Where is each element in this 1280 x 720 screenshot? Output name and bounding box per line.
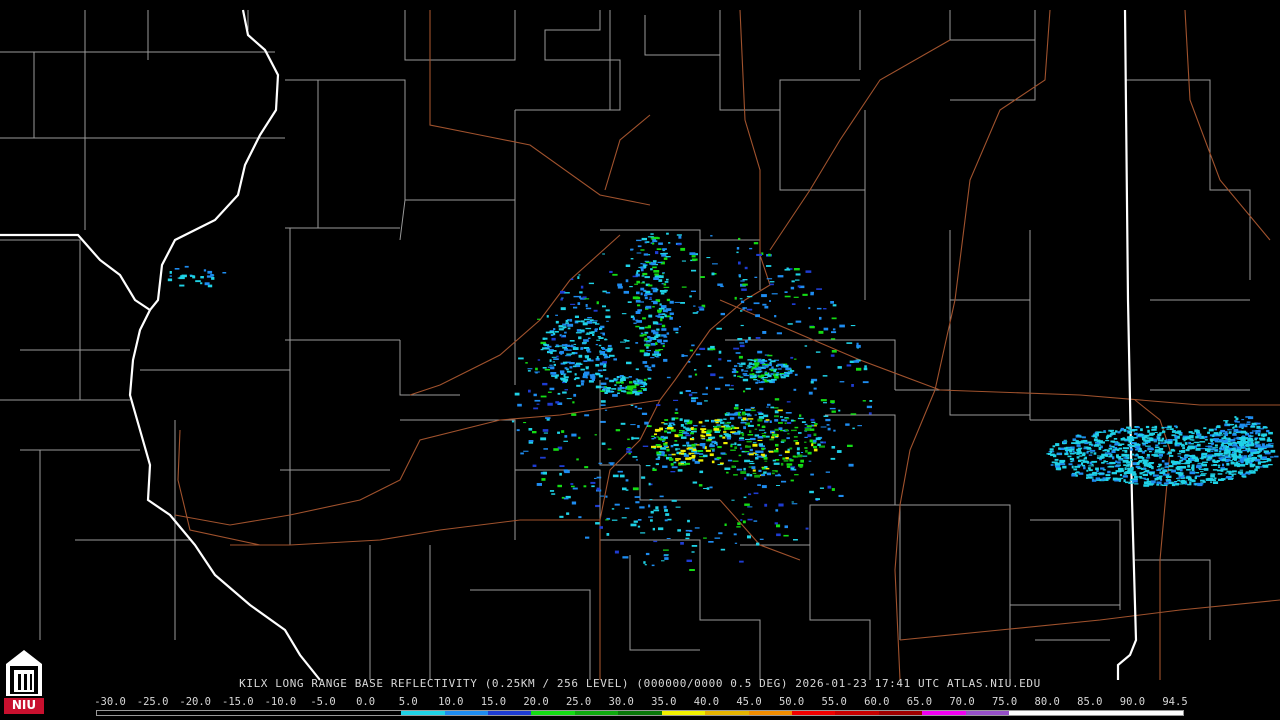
product-caption: KILX LONG RANGE BASE REFLECTIVITY (0.25K… (239, 677, 1041, 690)
colorbar-tick: -30.0 (94, 696, 126, 708)
colorbar-segment (314, 711, 358, 715)
colorbar-segment (748, 711, 792, 715)
colorbar-ticks: -30.0 -25.0 -20.0 -15.0 -10.0 -5.0 0.0 5.0 10.0 1… (0, 696, 1280, 708)
colorbar-tick: 45.0 (736, 696, 762, 708)
colorbar-tick: 40.0 (693, 696, 720, 708)
colorbar-segment (97, 711, 141, 715)
colorbar-segment (835, 711, 879, 715)
colorbar-segment (965, 711, 1010, 715)
colorbar-tick: -5.0 (310, 696, 336, 708)
colorbar-tick: -20.0 (179, 696, 211, 708)
colorbar-segment (531, 711, 575, 715)
colorbar-segment (1096, 711, 1140, 715)
colorbar-tick: 25.0 (565, 696, 592, 708)
colorbar-tick: 75.0 (991, 696, 1018, 708)
colorbar-tick: 90.0 (1119, 696, 1146, 708)
colorbar-tick: 30.0 (608, 696, 634, 708)
colorbar-segment (618, 711, 662, 715)
radar-map (0, 9, 1280, 681)
colorbar-segment (922, 711, 966, 715)
colorbar-segment (1009, 711, 1053, 715)
colorbar-tick: 70.0 (949, 696, 975, 708)
colorbar-segment (705, 711, 749, 715)
logo-text: NIU (11, 698, 37, 712)
colorbar-tick: 10.0 (438, 696, 464, 708)
colorbar-tick: 55.0 (821, 696, 847, 708)
colorbar-segment (661, 711, 706, 715)
colorbar-segment (792, 711, 836, 715)
colorbar-tick: 0.0 (356, 696, 376, 708)
colorbar-segment (357, 711, 402, 715)
colorbar-tick: 35.0 (651, 696, 677, 708)
colorbar-tick: 5.0 (398, 696, 418, 708)
county-borders (0, 10, 1251, 680)
colorbar-segment (140, 711, 184, 715)
colorbar-tick: 20.0 (523, 696, 549, 708)
colorbar-tick: -10.0 (264, 696, 297, 708)
colorbar-tick: 50.0 (778, 696, 805, 708)
colorbar-tick: 15.0 (480, 696, 507, 708)
colorbar-tick: -25.0 (136, 696, 169, 708)
colorbar-segment (487, 711, 532, 715)
colorbar-tick: 65.0 (906, 696, 933, 708)
colorbar-segment (227, 711, 271, 715)
colorbar-segment (183, 711, 228, 715)
colorbar-tick: -15.0 (221, 696, 254, 708)
colorbar-tick: 85.0 (1077, 696, 1103, 708)
colorbar-tick: 80.0 (1034, 696, 1060, 708)
colorbar-segment (270, 711, 315, 715)
colorbar-tick: 60.0 (864, 696, 890, 708)
colorbar-tick: 94.5 (1162, 696, 1188, 708)
colorbar-segment (401, 711, 445, 715)
colorbar (96, 710, 1184, 716)
colorbar-segment (878, 711, 923, 715)
colorbar-segment (574, 711, 619, 715)
colorbar-segment (1052, 711, 1097, 715)
colorbar-segment (444, 711, 488, 715)
colorbar-segment (1139, 711, 1183, 715)
